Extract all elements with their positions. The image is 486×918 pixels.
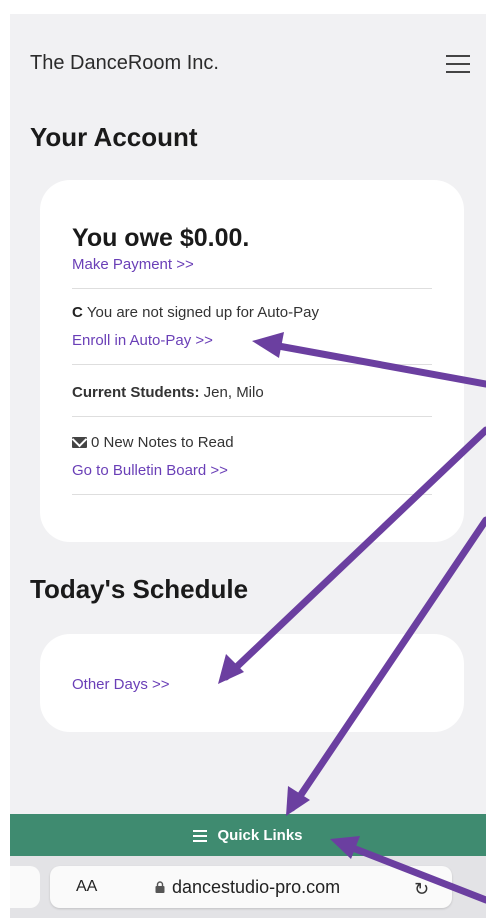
site-header: The DanceRoom Inc. [10,14,486,106]
previous-tab-edge[interactable] [10,866,40,908]
phone-screen: The DanceRoom Inc. Your Account You owe … [10,14,486,918]
new-notes: 0 New Notes to Read [72,434,234,451]
browser-toolbar: AA dancestudio-pro.com ↻ [10,856,486,918]
balance-owed: You owe $0.00. [72,224,250,252]
hamburger-menu-icon[interactable] [446,55,470,73]
current-students: Current Students: Jen, Milo [72,384,264,401]
make-payment-link[interactable]: Make Payment >> [72,256,194,273]
enroll-autopay-link[interactable]: Enroll in Auto-Pay >> [72,332,213,349]
envelope-icon [72,437,87,448]
quick-links-button[interactable]: Quick Links [10,814,486,856]
autopay-status: C You are not signed up for Auto-Pay [72,304,319,321]
refresh-icon: C [72,304,83,321]
schedule-section-title: Today's Schedule [30,574,249,604]
text-size-button[interactable]: AA [76,878,97,896]
other-days-link[interactable]: Other Days >> [72,676,170,693]
account-card: You owe $0.00. Make Payment >> C You are … [40,180,464,542]
divider [72,416,432,417]
account-section-title: Your Account [30,122,198,152]
divider [72,364,432,365]
address-bar[interactable]: AA dancestudio-pro.com ↻ [50,866,452,908]
reload-icon[interactable]: ↻ [414,879,429,900]
schedule-card: Other Days >> [40,634,464,732]
url-text: dancestudio-pro.com [172,877,341,897]
students-value: Jen, Milo [203,384,264,401]
brand-name[interactable]: The DanceRoom Inc. [30,52,219,75]
divider [72,494,432,495]
divider [72,288,432,289]
students-label: Current Students: [72,384,200,401]
quick-links-label: Quick Links [217,826,303,844]
lock-icon [155,881,165,893]
bulletin-board-link[interactable]: Go to Bulletin Board >> [72,462,228,479]
hamburger-icon [193,829,208,842]
